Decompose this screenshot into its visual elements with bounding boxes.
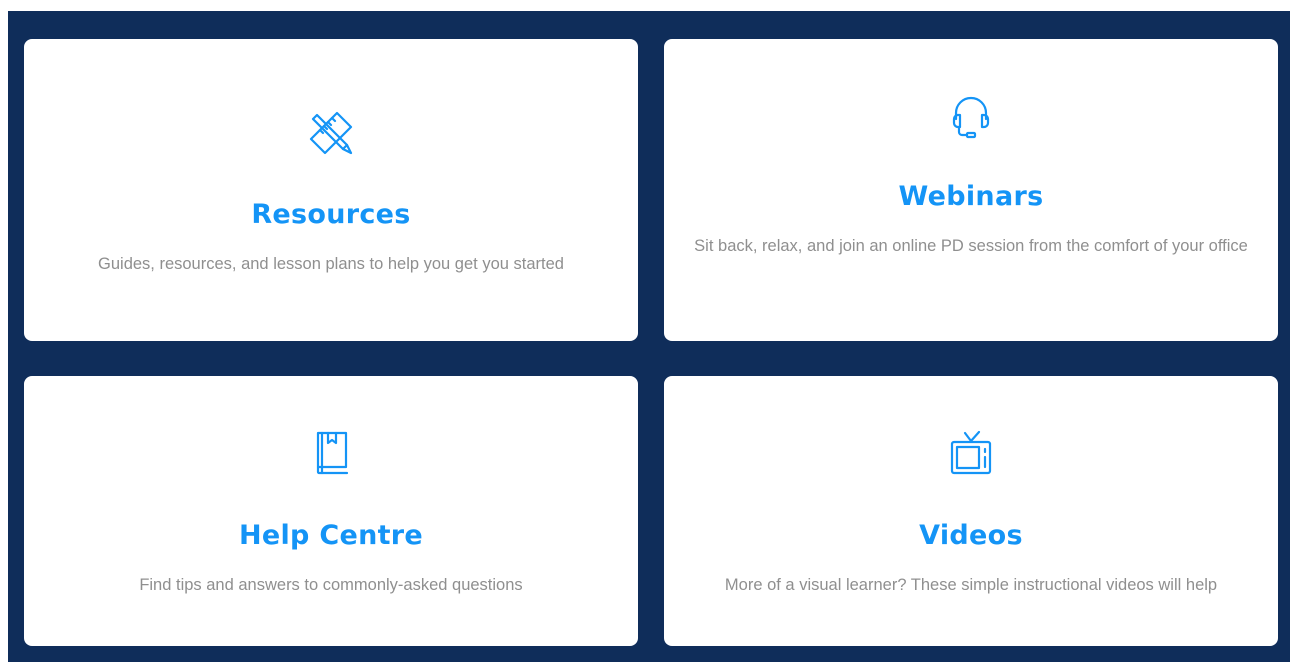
card-videos[interactable]: Videos More of a visual learner? These s… <box>664 376 1278 646</box>
resources-panel: Resources Guides, resources, and lesson … <box>8 11 1290 662</box>
book-icon <box>52 429 610 477</box>
card-webinars[interactable]: Webinars Sit back, relax, and join an on… <box>664 39 1278 341</box>
card-description: Guides, resources, and lesson plans to h… <box>98 255 564 273</box>
headset-icon <box>692 93 1250 141</box>
card-description: More of a visual learner? These simple i… <box>724 576 1218 594</box>
tv-icon <box>692 429 1250 477</box>
card-help-centre[interactable]: Help Centre Find tips and answers to com… <box>24 376 638 646</box>
ruler-pencil-icon <box>52 109 610 157</box>
card-title[interactable]: Videos <box>692 520 1250 551</box>
card-description: Find tips and answers to commonly-asked … <box>139 576 523 594</box>
card-resources[interactable]: Resources Guides, resources, and lesson … <box>24 39 638 341</box>
card-title[interactable]: Help Centre <box>52 520 610 551</box>
card-title[interactable]: Webinars <box>692 181 1250 212</box>
card-title[interactable]: Resources <box>52 199 610 230</box>
card-description: Sit back, relax, and join an online PD s… <box>694 237 1248 255</box>
